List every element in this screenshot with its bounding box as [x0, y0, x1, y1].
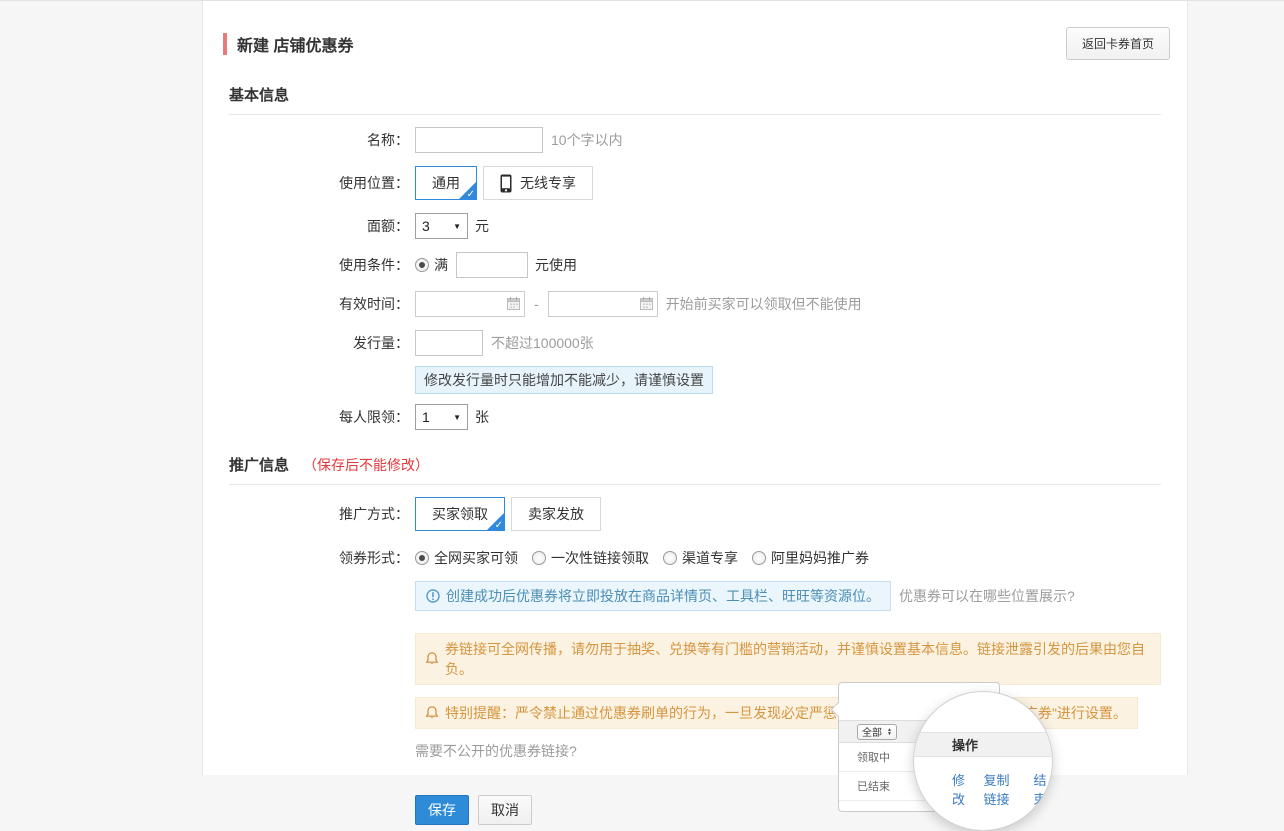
claim-all-buyers-radio[interactable]	[415, 551, 429, 565]
magnifier-circle: 操作 修改 复制链接 结束	[913, 691, 1053, 831]
position-general-label: 通用	[432, 173, 460, 193]
per-person-limit-select[interactable]: 1 ▼	[415, 404, 468, 430]
claim-alimama-label: 阿里妈妈推广券	[771, 548, 869, 568]
calendar-icon	[640, 297, 653, 315]
use-position-label: 使用位置：	[229, 173, 409, 193]
per-person-limit-label: 每人限领：	[229, 407, 409, 427]
valid-time-row: 有效时间： - 开始前买家可以领取但不能使用	[229, 291, 1161, 317]
claim-onetime-link-label: 一次性链接领取	[551, 548, 649, 568]
method-buyer-claim-toggle[interactable]: 买家领取 ✓	[415, 497, 505, 531]
issue-notice: 修改发行量时只能增加不能减少，请谨慎设置	[415, 366, 713, 394]
info-circle-icon	[426, 589, 440, 603]
info-tip-text: 创建成功后优惠券将立即投放在商品详情页、工具栏、旺旺等资源位。	[446, 586, 880, 606]
amount-value: 3	[422, 218, 430, 234]
preview-filter-select: 全部 ▲▼	[857, 724, 897, 740]
preview-filter-value: 全部	[862, 724, 882, 739]
claim-channel-radio[interactable]	[663, 551, 677, 565]
bell-icon	[426, 652, 438, 666]
issue-count-input[interactable]	[415, 330, 483, 356]
display-positions-help-link[interactable]: 优惠券可以在哪些位置展示?	[899, 586, 1075, 606]
condition-label: 使用条件：	[229, 255, 409, 275]
promo-method-label: 推广方式：	[229, 504, 409, 524]
promo-method-row: 推广方式： 买家领取 ✓ 卖家发放	[229, 497, 1161, 531]
preview-modify-link: 修改	[952, 770, 971, 808]
private-link-question[interactable]: 需要不公开的优惠券链接?	[415, 741, 577, 761]
promotion-info-title: 推广信息	[229, 454, 289, 475]
name-hint: 10个字以内	[551, 130, 623, 150]
position-wireless-toggle[interactable]: 无线专享	[483, 166, 593, 200]
page-header: 新建 店铺优惠券 返回卡券首页	[203, 1, 1187, 60]
condition-amount-input[interactable]	[456, 252, 528, 278]
info-tip-box: 创建成功后优惠券将立即投放在商品详情页、工具栏、旺旺等资源位。	[415, 581, 891, 611]
warning-link-text: 券链接可全网传播，请勿用于抽奖、兑换等有门槛的营销活动，并谨慎设置基本信息。链接…	[445, 639, 1150, 679]
amount-unit: 元	[475, 216, 489, 236]
claim-onetime-link-radio[interactable]	[532, 551, 546, 565]
info-tip-row: 创建成功后优惠券将立即投放在商品详情页、工具栏、旺旺等资源位。 优惠券可以在哪些…	[229, 581, 1161, 611]
method-seller-send-label: 卖家发放	[528, 504, 584, 524]
action-buttons-row: 保存 取消	[415, 795, 1161, 825]
issue-count-hint: 不超过100000张	[491, 333, 594, 353]
issue-notice-row: 修改发行量时只能增加不能减少，请谨慎设置	[229, 366, 1161, 394]
magnifier-links: 修改 复制链接 结束	[914, 757, 1052, 808]
page-title: 新建 店铺优惠券	[237, 32, 353, 56]
position-wireless-label: 无线专享	[520, 173, 576, 193]
promotion-info-note: （保存后不能修改）	[303, 455, 429, 475]
basic-info-form: 名称： 10个字以内 使用位置： 通用 ✓ 无线专享 面额： 3 ▼	[203, 115, 1187, 430]
claim-all-buyers-label: 全网买家可领	[434, 548, 518, 568]
issue-count-row: 发行量： 不超过100000张	[229, 330, 1161, 356]
claim-alimama-radio[interactable]	[752, 551, 766, 565]
preview-copy-link: 复制链接	[984, 770, 1021, 808]
method-seller-send-toggle[interactable]: 卖家发放	[511, 497, 601, 531]
bell-icon	[426, 706, 438, 720]
caret-down-icon: ▼	[453, 413, 461, 422]
valid-time-hint: 开始前买家可以领取但不能使用	[666, 294, 862, 314]
warning-link-box: 券链接可全网传播，请勿用于抽奖、兑换等有门槛的营销活动，并谨慎设置基本信息。链接…	[415, 633, 1161, 685]
condition-row: 使用条件： 满 元使用	[229, 252, 1161, 278]
position-general-toggle[interactable]: 通用 ✓	[415, 166, 477, 200]
condition-man-label: 满	[434, 255, 448, 275]
condition-radio[interactable]	[415, 258, 429, 272]
warning-link-row: 券链接可全网传播，请勿用于抽奖、兑换等有门槛的营销活动，并谨慎设置基本信息。链接…	[229, 633, 1161, 685]
issue-count-label: 发行量：	[229, 333, 409, 353]
limit-value: 1	[422, 409, 430, 425]
use-position-row: 使用位置： 通用 ✓ 无线专享	[229, 166, 1161, 200]
check-icon: ✓	[467, 190, 475, 200]
claim-channel-label: 渠道专享	[682, 548, 738, 568]
promotion-info-section-header: 推广信息 （保存后不能修改）	[229, 454, 1161, 485]
valid-time-label: 有效时间：	[229, 294, 409, 314]
select-updown-icon: ▲▼	[887, 728, 892, 736]
date-range-separator: -	[534, 296, 539, 312]
limit-unit: 张	[475, 407, 489, 427]
save-button[interactable]: 保存	[415, 795, 469, 825]
amount-select[interactable]: 3 ▼	[415, 213, 468, 239]
title-accent-bar	[223, 33, 227, 55]
check-icon: ✓	[495, 521, 503, 531]
name-input[interactable]	[415, 127, 543, 153]
name-label: 名称：	[229, 130, 409, 150]
condition-suffix: 元使用	[535, 255, 577, 275]
basic-info-section-header: 基本信息	[229, 84, 1161, 115]
basic-info-title: 基本信息	[229, 84, 289, 105]
coupon-create-panel: 新建 店铺优惠券 返回卡券首页 基本信息 名称： 10个字以内 使用位置： 通用…	[202, 1, 1188, 775]
back-to-cards-home-button[interactable]: 返回卡券首页	[1066, 27, 1170, 60]
amount-label: 面额：	[229, 216, 409, 236]
cancel-button[interactable]: 取消	[478, 795, 532, 825]
amount-row: 面额： 3 ▼ 元	[229, 213, 1161, 239]
per-person-limit-row: 每人限领： 1 ▼ 张	[229, 404, 1161, 430]
name-row: 名称： 10个字以内	[229, 127, 1161, 153]
magnifier-column-header: 操作	[914, 732, 1052, 757]
phone-icon	[500, 174, 512, 193]
method-buyer-claim-label: 买家领取	[432, 504, 488, 524]
caret-down-icon: ▼	[453, 222, 461, 231]
claim-type-row: 领券形式： 全网买家可领 一次性链接领取 渠道专享 阿里妈妈推广券	[229, 548, 1161, 568]
claim-type-label: 领券形式：	[229, 548, 409, 568]
calendar-icon	[507, 297, 520, 315]
